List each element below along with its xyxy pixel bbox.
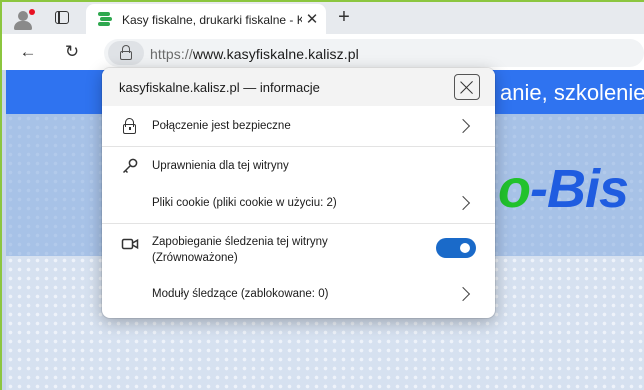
tracking-prevention-toggle[interactable] — [436, 238, 476, 258]
popup-close-button[interactable] — [454, 74, 480, 100]
page-logo[interactable]: o-Bis — [498, 158, 629, 220]
chevron-right-icon — [455, 195, 471, 211]
profile-avatar-icon[interactable] — [12, 8, 35, 30]
toolbar: ← ↻ https://www.kasyfiskalne.kalisz.pl — [2, 34, 644, 70]
row-cookies[interactable]: Pliki cookie (pliki cookie w użyciu: 2) — [102, 185, 495, 223]
new-tab-button[interactable]: + — [334, 7, 354, 28]
popup-header: kasyfiskalne.kalisz.pl — informacje — [102, 68, 495, 106]
row-tracking-prevention: Zapobieganie śledzenia tej witryny (Zrówn… — [102, 224, 495, 274]
key-icon — [121, 157, 139, 175]
site-info-popup: kasyfiskalne.kalisz.pl — informacje Połą… — [102, 68, 495, 318]
url-text[interactable]: https://www.kasyfiskalne.kalisz.pl — [150, 46, 359, 62]
row-label: Zapobieganie śledzenia tej witryny (Zrówn… — [152, 236, 328, 264]
row-label: Połączenie jest bezpieczne — [152, 120, 291, 132]
chevron-right-icon — [455, 118, 471, 134]
tab-close-icon[interactable]: ✕ — [303, 11, 321, 29]
row-connection-secure[interactable]: Połączenie jest bezpieczne — [102, 106, 495, 146]
reload-button[interactable]: ↻ — [60, 40, 84, 64]
row-trackers[interactable]: Moduły śledzące (zablokowane: 0) — [102, 274, 495, 314]
row-label: Pliki cookie (pliki cookie w użyciu: 2) — [152, 197, 337, 209]
popup-title: kasyfiskalne.kalisz.pl — informacje — [119, 80, 320, 95]
title-bar: Kasy fiskalne, drukarki fiskalne - K ✕ + — [2, 2, 644, 36]
lock-icon — [121, 117, 139, 135]
back-button[interactable]: ← — [16, 40, 40, 64]
tab-title: Kasy fiskalne, drukarki fiskalne - K — [122, 13, 302, 27]
chevron-right-icon — [455, 286, 471, 302]
site-favicon-icon — [96, 11, 112, 27]
tab-active[interactable]: Kasy fiskalne, drukarki fiskalne - K ✕ — [86, 4, 326, 36]
row-label: Uprawnienia dla tej witryny — [152, 160, 289, 172]
tab-actions-icon[interactable] — [54, 9, 72, 27]
page-banner-text: anie, szkolenie, fi — [500, 80, 644, 105]
row-permissions: Uprawnienia dla tej witryny — [102, 147, 495, 185]
site-info-button[interactable] — [108, 41, 144, 65]
notification-dot — [29, 9, 35, 15]
row-label: Moduły śledzące (zablokowane: 0) — [152, 288, 329, 300]
camera-icon — [121, 235, 139, 253]
address-bar[interactable]: https://www.kasyfiskalne.kalisz.pl — [104, 39, 644, 67]
browser-window: Kasy fiskalne, drukarki fiskalne - K ✕ +… — [0, 0, 644, 390]
